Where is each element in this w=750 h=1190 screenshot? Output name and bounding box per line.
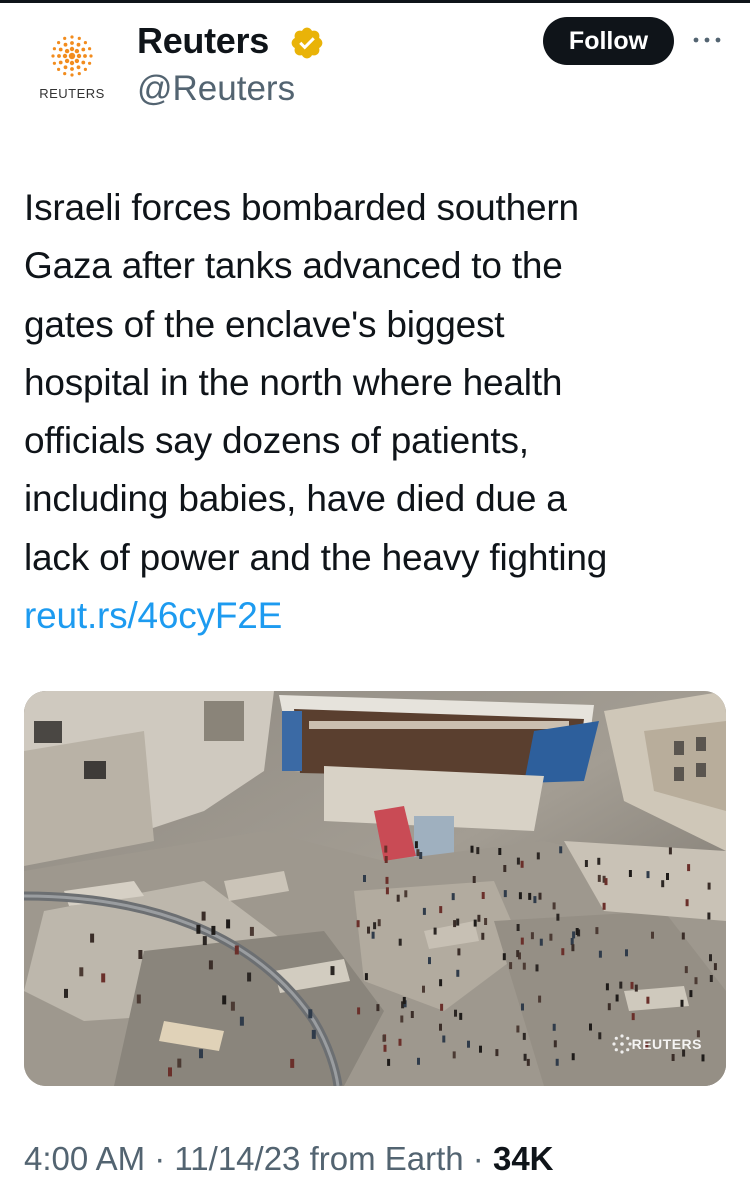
reuters-logo-icon <box>51 35 93 77</box>
more-options-icon[interactable] <box>690 28 724 52</box>
separator: · <box>463 1140 493 1177</box>
display-name[interactable]: Reuters <box>137 20 269 62</box>
article-link[interactable]: reut.rs/46cyF2E <box>24 587 724 645</box>
tweet-text-line: hospital in the north where health <box>24 361 563 403</box>
separator: · <box>145 1140 175 1177</box>
tweet-header: REUTERS Reuters @Reuters Follow <box>0 0 750 130</box>
avatar-wordmark: REUTERS <box>39 86 105 101</box>
tweet-text-line: officials say dozens of patients, <box>24 420 529 462</box>
verified-badge-icon <box>291 27 323 59</box>
photo-watermark: REUTERS <box>631 1036 702 1052</box>
tweet-photo[interactable]: REUTERS <box>24 691 726 1086</box>
tweet-text-line: Gaza after tanks advanced to the <box>24 245 563 287</box>
view-count: 34K <box>492 1140 554 1177</box>
tweet-metadata: 4:00 AM · 11/14/23 from Earth · 34K <box>24 1140 554 1190</box>
reuters-watermark-icon <box>612 1034 632 1054</box>
tweet-text: Israeli forces bombarded southern Gaza a… <box>24 179 724 645</box>
tweet-text-line: lack of power and the heavy fighting <box>24 536 608 578</box>
post-time[interactable]: 4:00 AM <box>24 1140 145 1177</box>
post-source: from Earth <box>300 1140 464 1177</box>
tweet-text-line: Israeli forces bombarded southern <box>24 187 579 228</box>
avatar[interactable]: REUTERS <box>30 30 114 110</box>
handle[interactable]: @Reuters <box>137 69 295 109</box>
follow-button[interactable]: Follow <box>543 17 674 65</box>
rubble-scene-image <box>24 691 726 1086</box>
tweet-text-line: including babies, have died due a <box>24 478 567 520</box>
post-date[interactable]: 11/14/23 <box>174 1140 300 1177</box>
tweet-text-line: gates of the enclave's biggest <box>24 303 505 345</box>
